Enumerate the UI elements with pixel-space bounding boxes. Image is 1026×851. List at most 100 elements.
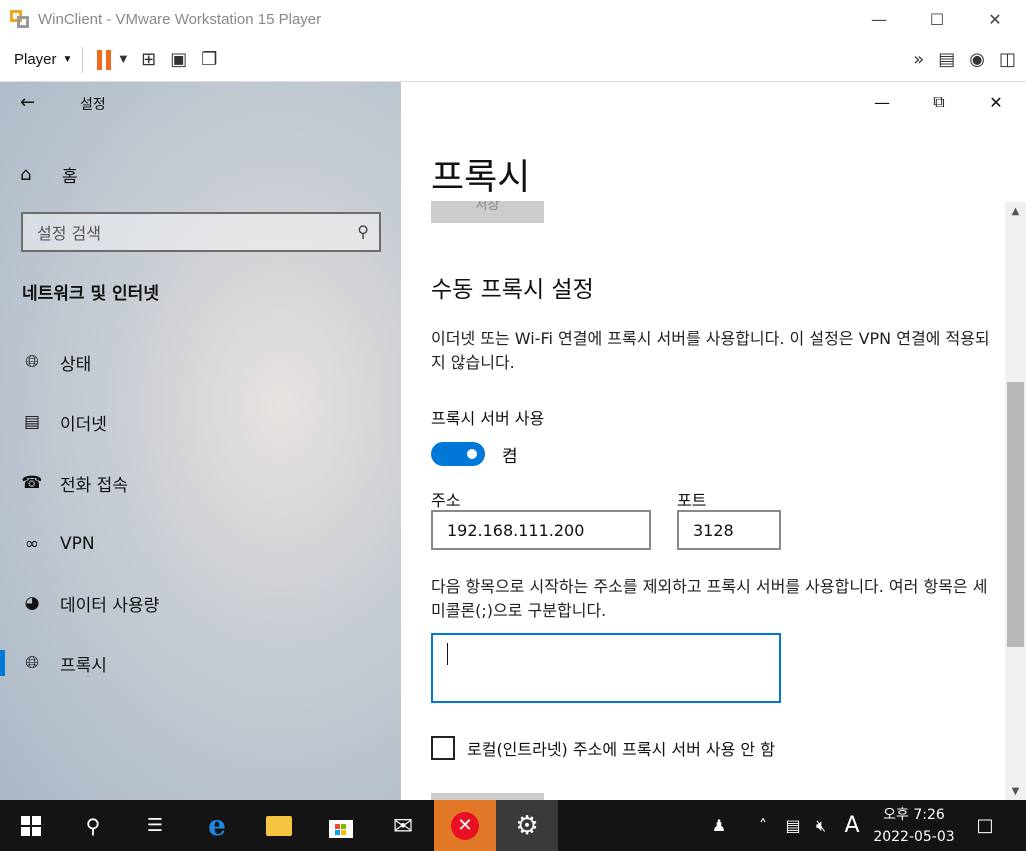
toggle-state-label: 켬 [502,447,518,467]
scroll-down-icon[interactable]: ▼ [1005,782,1026,800]
volume-muted-icon[interactable]: 🔇︎ [808,800,834,851]
proxy-settings-pane: — ⧉ ✕ 프록시 저장 수동 프록시 설정 이더넷 또는 Wi-Fi 연결에 … [401,82,1026,800]
gear-icon: ⚙ [515,810,539,841]
store-button[interactable] [310,800,372,851]
home-label: 홈 [62,167,78,187]
search-placeholder: 설정 검색 [37,224,101,243]
windows-logo-icon [21,815,41,836]
nav-item-dialup[interactable]: ☎ 전화 접속 [0,458,401,508]
player-menu-label: Player [14,51,57,68]
network-adapter-icon[interactable]: ◫ [999,49,1016,70]
checkbox-box[interactable] [431,736,455,760]
settings-search-input[interactable]: 설정 검색 ⚲ [21,212,381,252]
nav-item-label: 이더넷 [60,414,107,435]
save-button[interactable] [431,793,544,800]
mail-icon: ✉ [392,811,414,840]
fullscreen-icon[interactable]: ▣ [170,49,187,70]
save-button-script[interactable]: 저장 [431,201,544,223]
port-input[interactable]: 3128 [677,510,781,550]
manual-proxy-description: 이더넷 또는 Wi-Fi 연결에 프록시 서버를 사용합니다. 이 설정은 VP… [431,329,990,372]
exclusion-description: 다음 항목으로 시작하는 주소를 제외하고 프록시 서버를 사용합니다. 여러 … [431,577,988,620]
nav-item-proxy[interactable]: 🌐︎ 프록시 [0,638,401,688]
manual-proxy-heading: 수동 프록시 설정 [431,277,594,303]
clock[interactable]: 오후 7:26 2022-05-03 [866,804,962,848]
port-label: 포트 [677,491,707,510]
search-icon: ⚲ [357,222,369,241]
dialup-icon: ☎ [21,473,43,493]
player-menu-button[interactable]: Player ▼ [14,51,72,68]
use-proxy-label: 프록시 서버 사용 [431,409,545,428]
folder-icon [266,815,292,836]
nav-item-label: 상태 [60,354,92,375]
nav-item-label: 프록시 [60,655,107,676]
settings-restore-button[interactable]: ⧉ [919,90,959,114]
vpn-icon: ∞ [24,534,40,554]
maximize-button[interactable]: ☐ [908,0,966,38]
vmware-toolbar: Player ▼ ▼ ⊞ ▣ ❐ » ▤ ◉ ◫ [0,38,1026,82]
search-taskbar-button[interactable]: ⚲ [62,800,124,851]
scroll-up-icon[interactable]: ▲ [1005,202,1026,220]
nav-item-status[interactable]: 🌐︎ 상태 [0,337,401,387]
toolbar-divider [82,46,84,73]
search-icon: ⚲ [85,813,101,838]
network-icon[interactable]: ▤ [780,800,806,851]
address-input[interactable]: 192.168.111.200 [431,510,651,550]
notification-icon[interactable]: □ [968,800,1002,851]
nav-item-vpn[interactable]: ∞ VPN [0,519,401,569]
nav-home[interactable]: ⌂ 홈 [20,162,78,187]
settings-close-button[interactable]: ✕ [976,90,1016,114]
edge-icon: e [208,809,226,842]
text-cursor [447,643,448,665]
scroll-thumb[interactable] [1007,382,1024,647]
address-value: 192.168.111.200 [447,520,585,540]
task-view-icon: ☰ [146,815,164,836]
port-value: 3128 [693,520,734,540]
home-icon: ⌂ [20,164,32,185]
clock-date: 2022-05-03 [873,829,955,845]
expand-devices-icon[interactable]: » [913,49,924,70]
start-button[interactable] [0,800,62,851]
chevron-up-icon[interactable]: ˄ [750,800,776,851]
edge-button[interactable]: e [186,800,248,851]
nav-item-label: 데이터 사용량 [60,595,160,616]
nav-item-data-usage[interactable]: ◕ 데이터 사용량 [0,578,401,628]
file-explorer-button[interactable] [248,800,310,851]
settings-nav-pane: ← 설정 ⌂ 홈 설정 검색 ⚲ 네트워크 및 인터넷 🌐︎ 상태 ▤ 이더넷 … [0,82,401,800]
minimize-button[interactable]: — [850,0,908,38]
settings-taskbar-button[interactable]: ⚙ [496,800,558,851]
mail-button[interactable]: ✉ [372,800,434,851]
caret-down-icon: ▼ [62,54,73,65]
taskbar: ⚲ ☰ e ✉ ✕ ⚙ ♟ ˄ ▤ 🔇︎ A 오후 7:26 2022-05-0… [0,800,1026,851]
error-icon: ✕ [451,811,479,840]
vmware-title-bar: WinClient - VMware Workstation 15 Player… [0,0,1026,38]
bypass-local-checkbox[interactable]: 로컬(인트라넷) 주소에 프록시 서버 사용 안 함 [431,736,775,760]
scrollbar[interactable]: ▲ ▼ [1005,202,1026,800]
settings-minimize-button[interactable]: — [862,90,902,114]
exclusion-list-input[interactable] [431,633,781,703]
clock-time: 오후 7:26 [883,807,945,823]
unity-icon[interactable]: ❐ [201,49,217,70]
save-label: 저장 [475,201,500,213]
hard-disk-icon[interactable]: ▤ [938,49,955,70]
nav-item-label: 전화 접속 [60,475,128,496]
page-title: 프록시 [431,157,531,198]
store-icon [329,819,353,838]
nav-item-label: VPN [60,534,95,554]
address-label: 주소 [431,491,461,510]
error-app-button[interactable]: ✕ [434,800,496,851]
cd-drive-icon[interactable]: ◉ [969,49,985,70]
window-title: WinClient - VMware Workstation 15 Player [38,10,322,28]
people-icon[interactable]: ♟ [704,800,734,851]
checkbox-label: 로컬(인트라넷) 주소에 프록시 서버 사용 안 함 [467,740,775,759]
close-button[interactable]: ✕ [966,0,1024,38]
task-view-button[interactable]: ☰ [124,800,186,851]
use-proxy-toggle[interactable] [431,442,485,466]
nav-item-ethernet[interactable]: ▤ 이더넷 [0,397,401,447]
pause-dropdown-icon[interactable]: ▼ [119,54,127,65]
ime-indicator[interactable]: A [838,800,866,851]
send-ctrl-alt-del-icon[interactable]: ⊞ [141,49,156,70]
back-arrow-icon[interactable]: ← [20,92,35,113]
pause-icon[interactable] [97,49,112,70]
globe-icon: 🌐︎ [25,352,39,372]
globe-icon: 🌐︎ [25,653,39,673]
